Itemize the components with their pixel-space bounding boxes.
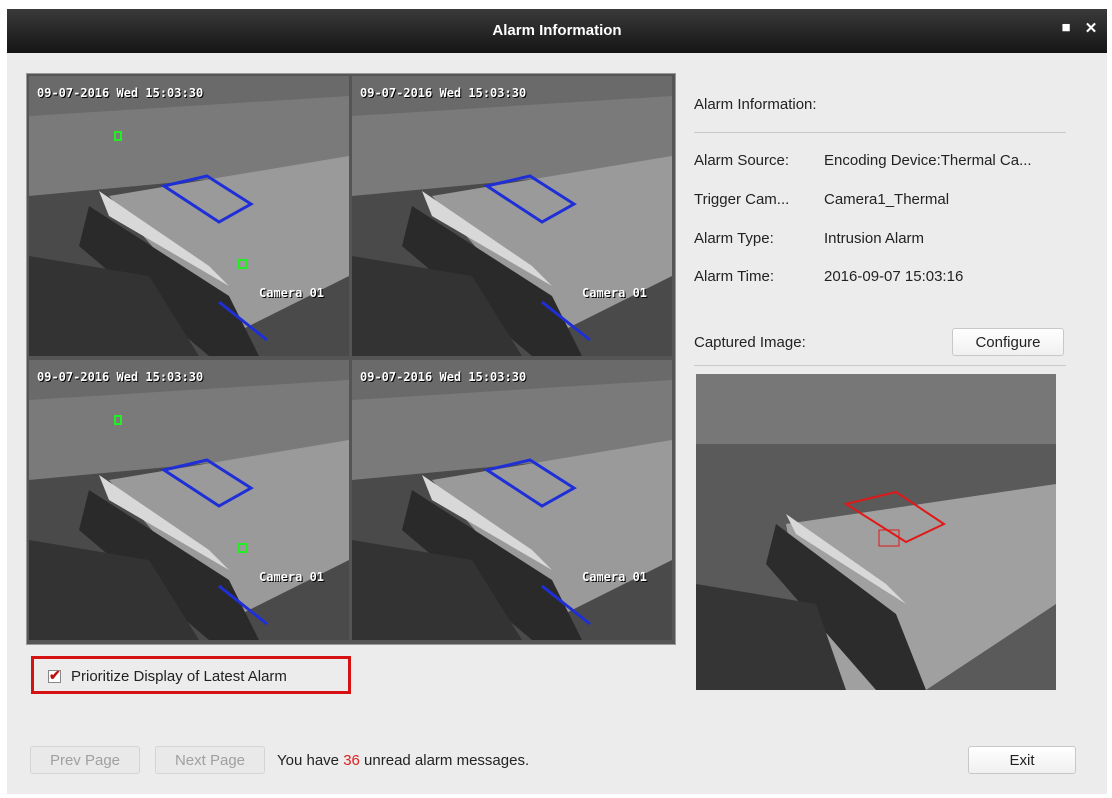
window-title: Alarm Information [492, 22, 622, 39]
live-view-3[interactable]: 09-07-2016 Wed 15:03:30 Camera 01 [29, 360, 349, 640]
prioritize-label[interactable]: Prioritize Display of Latest Alarm [71, 668, 287, 685]
next-page-button[interactable]: Next Page [155, 746, 265, 774]
trigger-camera-value: Camera1_Thermal [824, 191, 950, 208]
check-icon: ✔ [49, 667, 61, 683]
captured-image-label: Captured Image: [694, 334, 806, 351]
osd-camera-name: Camera 01 [259, 570, 325, 584]
osd-timestamp: 09-07-2016 Wed 15:03:30 [37, 86, 204, 100]
alarm-source-value: Encoding Device:Thermal Ca... [824, 152, 1032, 169]
alarm-time-value: 2016-09-07 15:03:16 [824, 268, 964, 285]
unread-prefix: You have [277, 752, 344, 769]
osd-timestamp: 09-07-2016 Wed 15:03:30 [360, 86, 527, 100]
osd-camera-name: Camera 01 [582, 286, 648, 300]
configure-button[interactable]: Configure [952, 328, 1064, 356]
alarm-type-label: Alarm Type: [694, 230, 774, 247]
osd-camera-name: Camera 01 [259, 286, 325, 300]
unread-count: 36 [343, 752, 360, 769]
live-view-grid: 09-07-2016 Wed 15:03:30 Camera 01 09-07-… [26, 73, 676, 645]
prev-page-button[interactable]: Prev Page [30, 746, 140, 774]
alarm-source-label: Alarm Source: [694, 152, 790, 169]
alarm-time-label: Alarm Time: [694, 268, 775, 285]
alarm-type-value: Intrusion Alarm [824, 230, 925, 247]
prioritize-checkbox[interactable]: ✔ [48, 667, 61, 683]
close-icon[interactable]: ✕ [1080, 19, 1102, 37]
prioritize-highlight-box: ✔ Prioritize Display of Latest Alarm [31, 656, 351, 694]
live-view-1[interactable]: 09-07-2016 Wed 15:03:30 Camera 01 [29, 76, 349, 356]
trigger-camera-label: Trigger Cam... [694, 191, 790, 208]
unread-message: You have 36 unread alarm messages. [277, 752, 529, 769]
live-view-4[interactable]: 09-07-2016 Wed 15:03:30 Camera 01 [352, 360, 672, 640]
captured-image[interactable] [696, 374, 1056, 690]
osd-timestamp: 09-07-2016 Wed 15:03:30 [37, 370, 204, 384]
exit-button[interactable]: Exit [968, 746, 1076, 774]
title-bar[interactable]: Alarm Information ■ ✕ [7, 9, 1107, 53]
alarm-information-heading: Alarm Information: [694, 96, 817, 113]
live-view-2[interactable]: 09-07-2016 Wed 15:03:30 Camera 01 [352, 76, 672, 356]
unread-suffix: unread alarm messages. [359, 752, 530, 769]
osd-camera-name: Camera 01 [582, 570, 648, 584]
osd-timestamp: 09-07-2016 Wed 15:03:30 [360, 370, 527, 384]
divider [694, 132, 1066, 133]
divider [694, 365, 1066, 366]
background-buildings [696, 374, 1056, 444]
maximize-icon[interactable]: ■ [1055, 19, 1077, 36]
